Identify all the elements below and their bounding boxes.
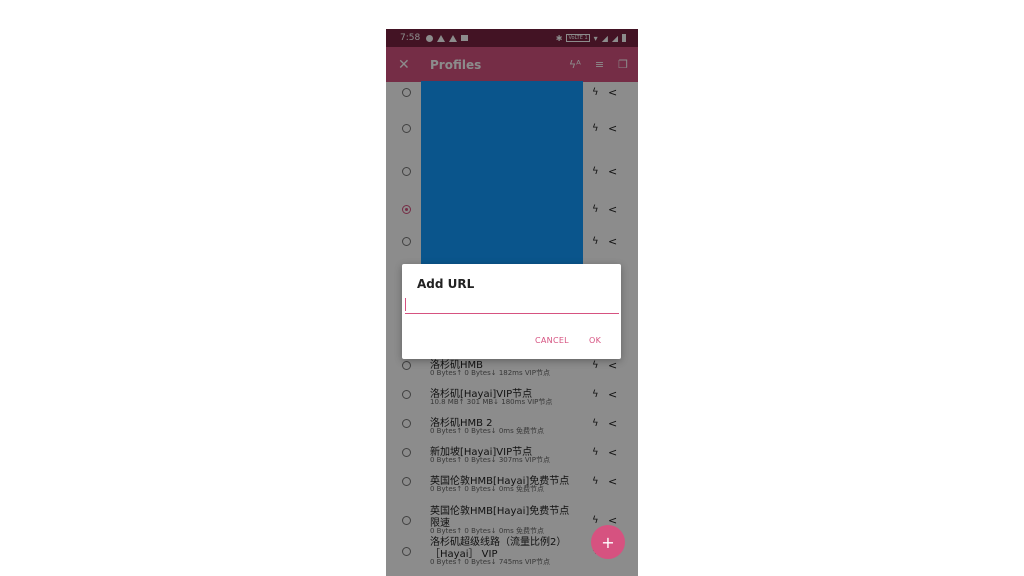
ok-button[interactable]: OK xyxy=(589,336,601,345)
cancel-button[interactable]: CANCEL xyxy=(535,336,569,345)
add-profile-button[interactable]: + xyxy=(591,525,625,559)
dialog-title: Add URL xyxy=(417,277,475,291)
url-input[interactable] xyxy=(405,297,619,314)
text-cursor xyxy=(405,298,406,311)
add-url-dialog: Add URL CANCEL OK xyxy=(402,264,621,359)
